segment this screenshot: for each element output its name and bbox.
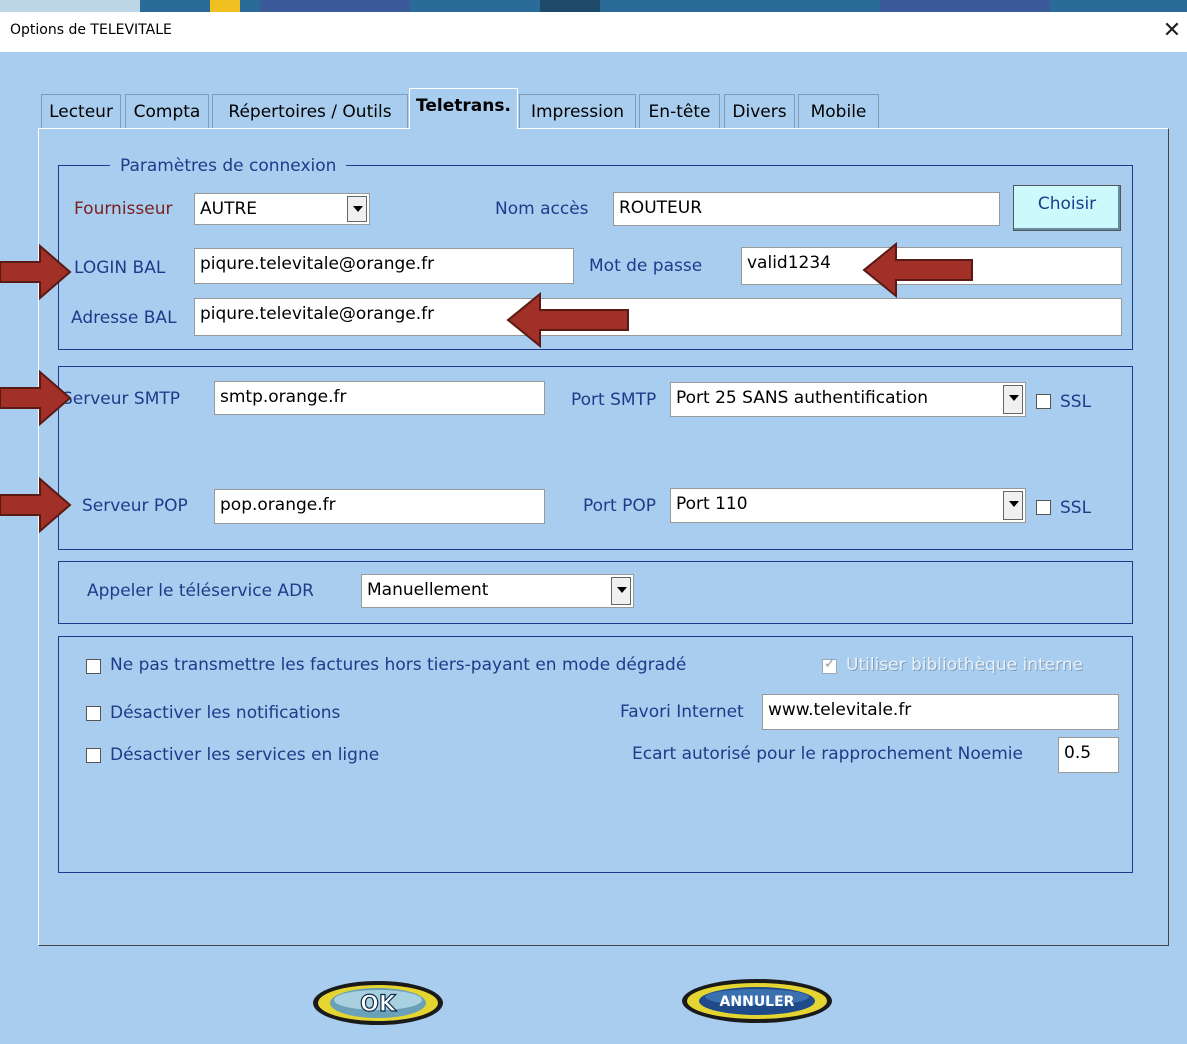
tab-impression[interactable]: Impression (519, 94, 636, 128)
annotation-arrow-pop (0, 477, 72, 533)
tab-repertoires-outils[interactable]: Répertoires / Outils (212, 94, 408, 128)
tab-en-tete[interactable]: En-tête (639, 94, 720, 128)
annuler-button-shape: ANNULER (682, 979, 832, 1023)
port-pop-value: Port 110 (676, 494, 748, 514)
tab-compta[interactable]: Compta (125, 94, 209, 128)
tab-divers[interactable]: Divers (724, 94, 795, 128)
notifications-checkbox[interactable] (86, 706, 101, 721)
adresse-bal-field[interactable]: piqure.televitale@orange.fr (194, 298, 1122, 336)
internal-lib-checkbox (822, 656, 837, 674)
ssl-smtp-checkbox[interactable] (1036, 394, 1051, 409)
adr-select[interactable]: Manuellement (361, 574, 634, 608)
tab-teletrans[interactable]: Teletrans. (409, 88, 518, 129)
port-pop-select[interactable]: Port 110 (670, 488, 1026, 523)
password-label: Mot de passe (589, 256, 703, 276)
ecart-label: Ecart autorisé pour le rapprochement Noe… (632, 744, 1023, 764)
adresse-bal-label: Adresse BAL (71, 308, 177, 328)
favori-label: Favori Internet (620, 702, 744, 722)
window-title: Options de TELEVITALE (10, 22, 172, 38)
services-label: Désactiver les services en ligne (110, 745, 380, 765)
port-smtp-select[interactable]: Port 25 SANS authentification (670, 382, 1026, 417)
login-bal-field[interactable]: piqure.televitale@orange.fr (194, 248, 574, 284)
no-transmit-checkbox[interactable] (86, 659, 101, 674)
fournisseur-label: Fournisseur (74, 199, 173, 219)
serveur-smtp-label: Serveur SMTP (62, 389, 181, 409)
annotation-arrow-login (0, 244, 72, 300)
fournisseur-select[interactable]: AUTRE (194, 193, 370, 225)
nom-acces-label: Nom accès (495, 199, 589, 219)
annotation-arrow-adresse (506, 292, 629, 348)
adr-label: Appeler le téléservice ADR (87, 581, 314, 601)
notifications-label: Désactiver les notifications (110, 703, 341, 723)
serveur-smtp-field[interactable]: smtp.orange.fr (214, 381, 545, 415)
tab-lecteur[interactable]: Lecteur (41, 94, 121, 128)
nom-acces-field[interactable]: ROUTEUR (613, 192, 1000, 226)
ok-label: OK (360, 992, 397, 1017)
annotation-arrow-password (862, 242, 973, 298)
title-bar (0, 12, 1187, 52)
services-checkbox[interactable] (86, 748, 101, 763)
chevron-down-icon[interactable] (611, 577, 631, 605)
ok-button[interactable]: OK (311, 978, 445, 1028)
serveur-pop-label: Serveur POP (82, 496, 188, 516)
chevron-down-icon[interactable] (1003, 385, 1023, 414)
annuler-button[interactable]: ANNULER (680, 976, 834, 1026)
no-transmit-label: Ne pas transmettre les factures hors tie… (110, 655, 687, 675)
close-icon[interactable]: ✕ (1160, 17, 1184, 45)
ok-button-shape: OK (313, 981, 443, 1025)
port-smtp-label: Port SMTP (571, 390, 657, 410)
ssl-smtp-label: SSL (1060, 392, 1092, 412)
fournisseur-value: AUTRE (200, 199, 258, 219)
ssl-pop-label: SSL (1060, 498, 1092, 518)
choisir-button[interactable]: Choisir (1013, 185, 1121, 231)
annuler-label: ANNULER (720, 994, 795, 1010)
adr-value: Manuellement (367, 580, 489, 600)
port-smtp-value: Port 25 SANS authentification (676, 388, 929, 408)
ssl-pop-checkbox[interactable] (1036, 500, 1051, 515)
tab-mobile[interactable]: Mobile (798, 94, 879, 128)
internal-lib-label: Utiliser bibliothèque interne (846, 655, 1084, 675)
connexion-legend: Paramètres de connexion (110, 156, 347, 176)
ecart-field[interactable]: 0.5 (1058, 737, 1119, 773)
chevron-down-icon[interactable] (347, 196, 367, 222)
serveur-pop-field[interactable]: pop.orange.fr (214, 489, 545, 524)
port-pop-label: Port POP (583, 496, 656, 516)
login-bal-label: LOGIN BAL (74, 258, 166, 278)
chevron-down-icon[interactable] (1003, 491, 1023, 520)
annotation-arrow-smtp (0, 370, 72, 426)
favori-field[interactable]: www.televitale.fr (762, 694, 1119, 730)
background-window-strip (0, 0, 1187, 12)
